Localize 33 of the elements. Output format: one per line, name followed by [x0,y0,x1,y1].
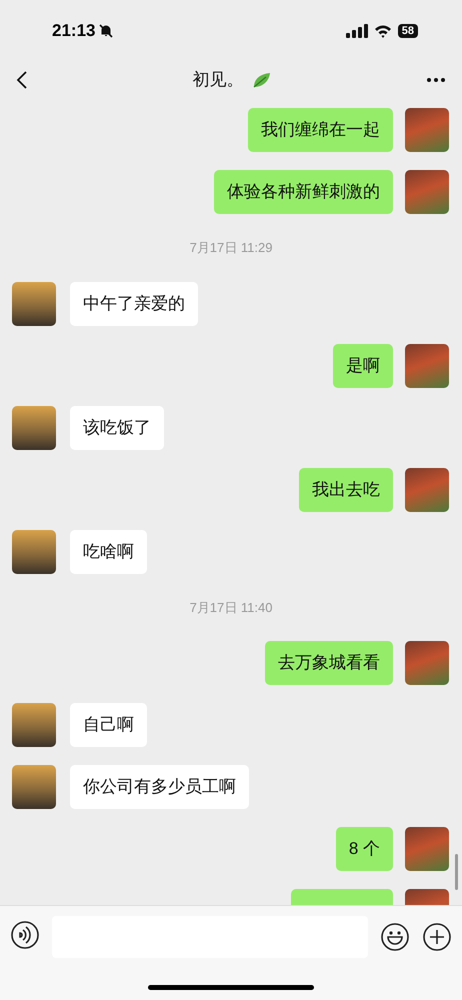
message-bubble: 中午了亲爱的 [70,282,198,326]
message-bubble: 8 个 [336,827,393,871]
signal-icon [346,24,368,38]
avatar-photo-placeholder[interactable] [12,765,56,809]
emoji-icon[interactable] [380,922,410,952]
message-bubble: 我出去吃 [299,468,393,512]
avatar-photo-placeholder[interactable] [405,344,449,388]
status-time: 21:13 [52,20,96,42]
voice-icon[interactable] [10,920,40,950]
avatar-photo-placeholder[interactable] [12,282,56,326]
message-bubble: 你公司有多少员工啊 [70,765,249,809]
timestamp: 7月17日 11:40 [190,598,272,616]
message-bubble: 该吃饭了 [70,406,164,450]
bell-muted-icon [99,24,114,38]
avatar-photo-placeholder[interactable] [12,530,56,574]
leaf-icon [252,71,272,89]
message-bubble: 我们缠绵在一起 [248,108,393,152]
message-bubble: 体验各种新鲜刺激的 [214,170,393,214]
avatar-photo-placeholder[interactable] [12,406,56,450]
message-bubble: 自己啊 [70,703,147,747]
message-bubble: 吃啥啊 [70,530,147,574]
more-icon[interactable] [426,77,446,83]
plus-icon[interactable] [422,922,452,952]
message-bubble: 去万象城看看 [265,641,393,685]
wifi-icon [374,24,392,38]
battery-indicator: 58 [398,24,418,38]
avatar-photo-placeholder[interactable] [405,468,449,512]
back-icon[interactable] [16,70,28,90]
timestamp: 7月17日 11:29 [190,239,272,257]
scrollbar [455,854,458,890]
message-bubble: 是啊 [333,344,393,388]
avatar-photo-placeholder[interactable] [12,703,56,747]
chat-title: 初见。 [192,69,244,92]
